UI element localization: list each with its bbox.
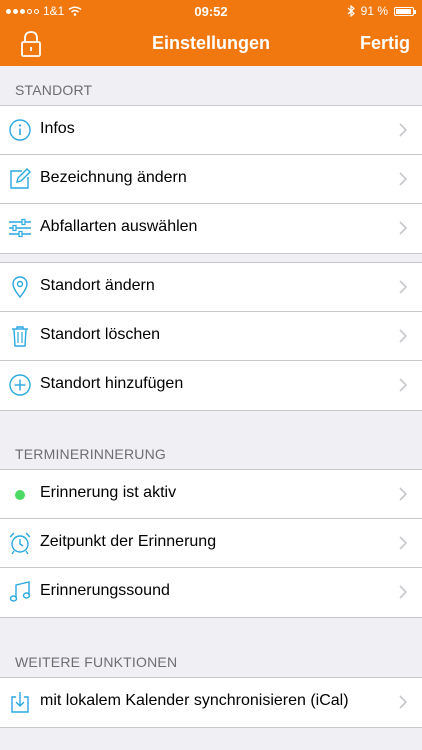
status-bar: 1&1 09:52 91 % <box>0 0 422 22</box>
list-item-label: Infos <box>40 120 75 137</box>
done-button[interactable]: Fertig <box>360 33 410 54</box>
chevron-right-icon <box>399 585 407 599</box>
list-item-label: Standort ändern <box>40 277 155 294</box>
chevron-right-icon <box>399 378 407 392</box>
section-header-terminerinnerung: TERMINERINNERUNG <box>15 446 166 462</box>
list-item-reminder-sound[interactable]: Erinnerungssound <box>0 568 422 617</box>
list-item-rename[interactable]: Bezeichnung ändern <box>0 155 422 204</box>
list-item-reminder-time[interactable]: Zeitpunkt der Erinnerung <box>0 519 422 568</box>
battery-percentage: 91 % <box>360 4 388 18</box>
list-item-infos[interactable]: Infos <box>0 106 422 155</box>
music-note-icon <box>9 581 31 602</box>
chevron-right-icon <box>399 172 407 186</box>
location-pin-icon <box>12 276 28 299</box>
termin-group: Erinnerung ist aktiv Zeitpunkt der Erinn… <box>0 469 422 618</box>
list-item-label: mit lokalem Kalender synchronisieren (iC… <box>40 692 349 709</box>
battery-icon <box>394 6 416 16</box>
add-circle-icon <box>9 374 31 396</box>
chevron-right-icon <box>399 487 407 501</box>
chevron-right-icon <box>399 221 407 235</box>
chevron-right-icon <box>399 695 407 709</box>
weitere-group: mit lokalem Kalender synchronisieren (iC… <box>0 677 422 728</box>
trash-icon <box>12 326 28 347</box>
list-item-label: Standort hinzufügen <box>40 375 184 392</box>
list-item-waste-types[interactable]: Abfallarten auswählen <box>0 204 422 253</box>
list-item-label: Standort löschen <box>40 326 161 343</box>
sliders-icon <box>9 218 31 238</box>
section-header-weitere-funktionen: WEITERE FUNKTIONEN <box>15 654 178 670</box>
list-item-add-location[interactable]: Standort hinzufügen <box>0 361 422 410</box>
chevron-right-icon <box>399 123 407 137</box>
edit-icon <box>10 168 31 189</box>
list-item-delete-location[interactable]: Standort löschen <box>0 312 422 361</box>
alarm-clock-icon <box>9 532 31 555</box>
standort-group-1: Infos Bezeichnung ändern Abfallarten aus… <box>0 105 422 254</box>
chevron-right-icon <box>399 329 407 343</box>
list-item-label: Erinnerung ist aktiv <box>40 484 177 501</box>
list-item-change-location[interactable]: Standort ändern <box>0 263 422 312</box>
chevron-right-icon <box>399 280 407 294</box>
navigation-bar: Einstellungen Fertig <box>0 22 422 66</box>
page-title: Einstellungen <box>151 33 270 53</box>
status-dot <box>15 490 25 500</box>
list-item-calendar-sync[interactable]: mit lokalem Kalender synchronisieren (iC… <box>0 678 422 727</box>
standort-group-2: Standort ändern Standort löschen Standor… <box>0 262 422 411</box>
list-item-reminder-active[interactable]: Erinnerung ist aktiv <box>0 470 422 519</box>
section-header-standort: STANDORT <box>15 82 93 98</box>
list-item-label: Bezeichnung ändern <box>40 169 187 186</box>
chevron-right-icon <box>399 536 407 550</box>
list-item-label: Abfallarten auswählen <box>40 218 198 235</box>
download-icon <box>11 692 29 713</box>
list-item-label: Zeitpunkt der Erinnerung <box>40 533 217 550</box>
info-icon <box>9 119 31 141</box>
bluetooth-icon <box>347 5 355 17</box>
list-item-label: Erinnerungssound <box>40 582 170 599</box>
